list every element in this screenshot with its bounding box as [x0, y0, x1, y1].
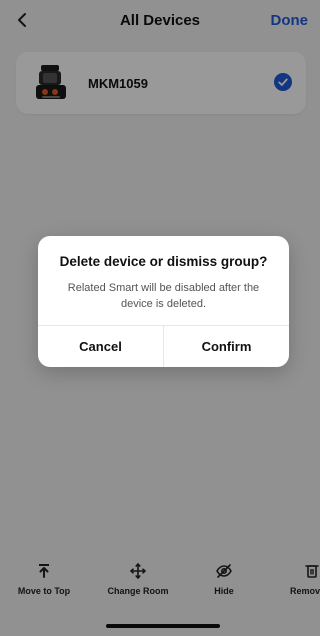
confirm-button[interactable]: Confirm — [164, 326, 289, 367]
dialog-title: Delete device or dismiss group? — [59, 254, 268, 269]
dialog-message: Related Smart will be disabled after the… — [67, 282, 260, 310]
cancel-button[interactable]: Cancel — [38, 326, 164, 367]
delete-confirm-dialog: Delete device or dismiss group? Related … — [38, 236, 289, 367]
dialog-actions: Cancel Confirm — [38, 326, 289, 367]
